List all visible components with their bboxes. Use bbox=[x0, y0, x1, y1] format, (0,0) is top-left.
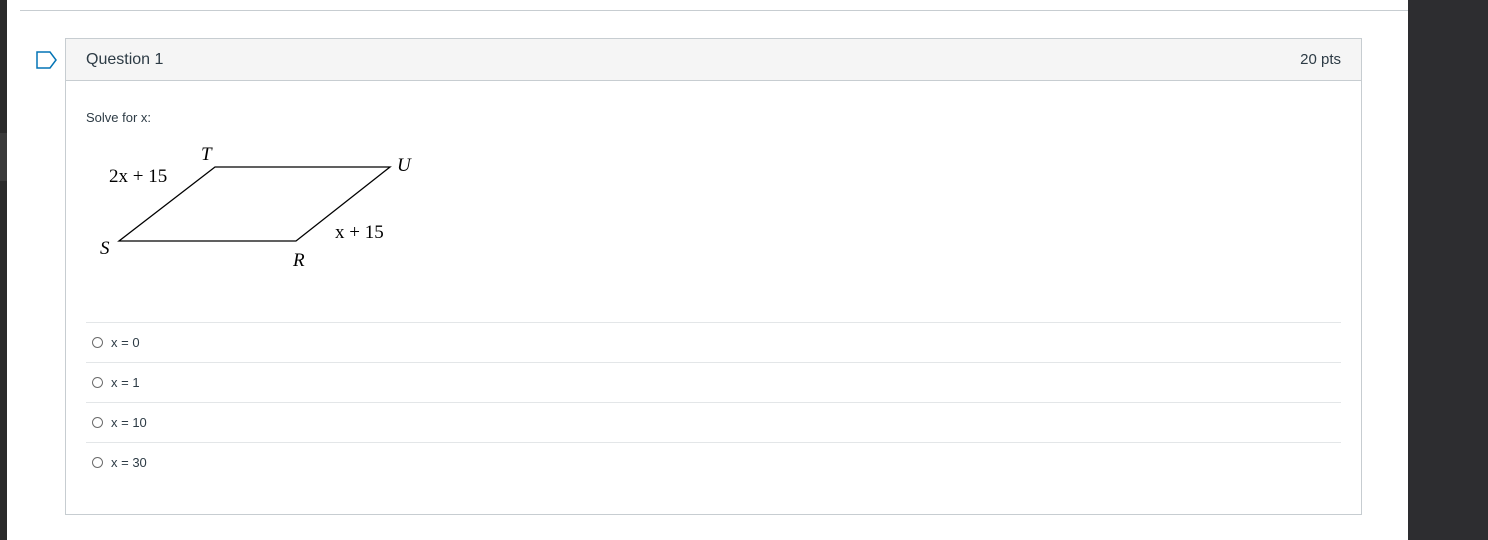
top-divider bbox=[20, 10, 1408, 11]
question-points: 20 pts bbox=[1300, 51, 1341, 68]
radio-unchecked-icon[interactable] bbox=[92, 337, 103, 348]
answer-label[interactable]: x = 1 bbox=[111, 375, 140, 390]
vertex-label-s: S bbox=[100, 238, 110, 259]
answer-option[interactable]: x = 0 bbox=[86, 323, 1341, 363]
answer-option[interactable]: x = 10 bbox=[86, 403, 1341, 443]
answer-label[interactable]: x = 0 bbox=[111, 335, 140, 350]
radio-unchecked-icon[interactable] bbox=[92, 457, 103, 468]
quiz-page: Question 1 20 pts Solve for x: T U S R 2… bbox=[7, 0, 1408, 540]
answer-label[interactable]: x = 30 bbox=[111, 455, 147, 470]
side-label-st: 2x + 15 bbox=[109, 166, 167, 187]
left-edge-mark bbox=[0, 133, 7, 181]
vertex-label-t: T bbox=[201, 146, 213, 165]
answer-option[interactable]: x = 1 bbox=[86, 363, 1341, 403]
flag-question-icon[interactable] bbox=[35, 50, 59, 70]
question-prompt: Solve for x: bbox=[86, 110, 152, 125]
answer-option[interactable]: x = 30 bbox=[86, 443, 1341, 482]
radio-unchecked-icon[interactable] bbox=[92, 417, 103, 428]
question-card: Question 1 20 pts Solve for x: T U S R 2… bbox=[65, 38, 1362, 515]
parallelogram-diagram: T U S R 2x + 15 x + 15 bbox=[100, 146, 412, 271]
question-body: Solve for x: T U S R 2x + 15 x + 15 x = … bbox=[66, 110, 1361, 482]
question-title: Question 1 bbox=[86, 50, 164, 68]
vertex-label-u: U bbox=[397, 155, 412, 176]
radio-unchecked-icon[interactable] bbox=[92, 377, 103, 388]
right-background bbox=[1408, 0, 1488, 540]
left-edge-strip bbox=[0, 0, 7, 540]
side-label-ru: x + 15 bbox=[335, 222, 384, 243]
vertex-label-r: R bbox=[292, 250, 305, 271]
question-header: Question 1 20 pts bbox=[66, 39, 1361, 81]
answer-list: x = 0 x = 1 x = 10 x = 30 bbox=[86, 322, 1341, 482]
parallelogram-figure: T U S R 2x + 15 x + 15 bbox=[86, 146, 446, 296]
answer-label[interactable]: x = 10 bbox=[111, 415, 147, 430]
